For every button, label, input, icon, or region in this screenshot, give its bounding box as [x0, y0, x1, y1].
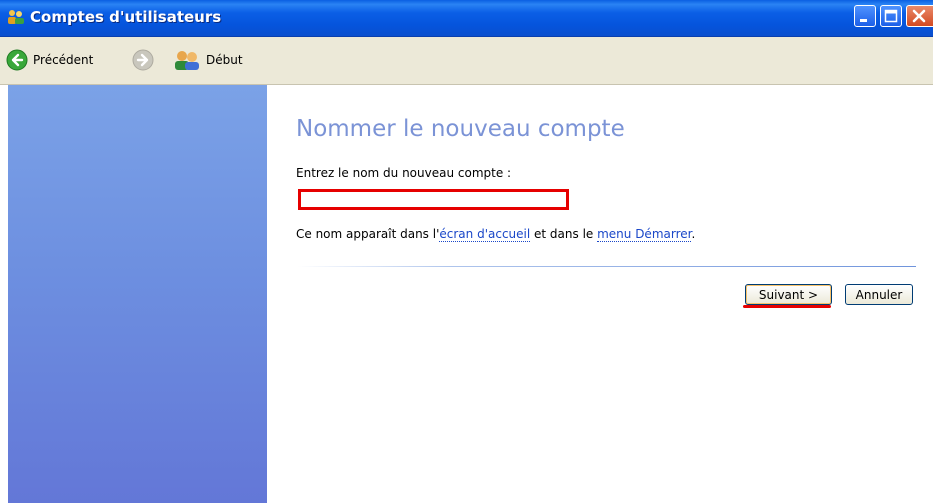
minimize-icon	[860, 19, 867, 22]
window-title: Comptes d'utilisateurs	[30, 8, 222, 26]
back-button[interactable]: Précédent	[6, 48, 93, 72]
start-menu-link[interactable]: menu Démarrer	[597, 227, 692, 242]
user-accounts-window: Comptes d'utilisateurs Précédent Début N…	[0, 0, 933, 503]
users-icon	[8, 10, 24, 24]
welcome-screen-link[interactable]: écran d'accueil	[439, 227, 531, 242]
hint-suffix: .	[691, 227, 696, 241]
cancel-button[interactable]: Annuler	[845, 284, 913, 305]
page-title: Nommer le nouveau compte	[296, 116, 625, 142]
title-bar[interactable]: Comptes d'utilisateurs	[0, 0, 933, 37]
users-home-icon	[175, 51, 199, 70]
back-label: Précédent	[33, 53, 94, 67]
left-edge	[0, 85, 8, 503]
account-name-prompt: Entrez le nom du nouveau compte :	[296, 166, 512, 180]
close-icon	[912, 9, 926, 23]
highlight-underline	[743, 305, 831, 308]
hint-middle: et dans le	[530, 227, 598, 241]
account-name-input[interactable]	[298, 189, 569, 210]
divider	[298, 266, 916, 267]
home-label: Début	[206, 53, 243, 67]
task-side-pane	[8, 85, 267, 503]
forward-button[interactable]	[132, 48, 154, 72]
back-arrow-icon	[6, 49, 28, 71]
minimize-button[interactable]	[854, 5, 876, 27]
forward-arrow-icon	[132, 49, 154, 71]
toolbar: Précédent Début	[0, 37, 933, 85]
hint-prefix: Ce nom apparaît dans l'	[296, 227, 440, 241]
next-button[interactable]: Suivant >	[745, 284, 832, 305]
home-button[interactable]: Début	[173, 48, 243, 72]
maximize-button[interactable]	[880, 5, 902, 27]
close-button[interactable]	[906, 5, 933, 27]
maximize-icon	[884, 9, 898, 23]
name-hint: Ce nom apparaît dans l'écran d'accueil e…	[296, 227, 696, 242]
